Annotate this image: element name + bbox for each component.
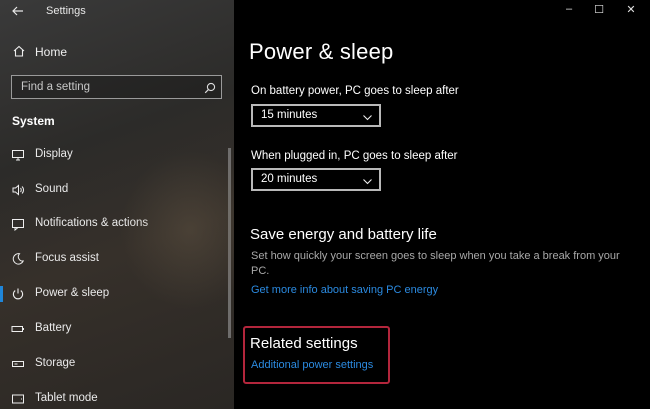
sidebar: Settings Home System Display Sound Notif…	[0, 0, 234, 409]
sidebar-item-label: Focus assist	[35, 252, 99, 264]
sidebar-item-label: Home	[35, 45, 68, 59]
main-content: – ☐ ✕ Power & sleep On battery power, PC…	[234, 0, 650, 409]
chevron-down-icon	[362, 110, 373, 121]
sidebar-scrollbar[interactable]	[228, 148, 231, 338]
sidebar-item-label: Battery	[35, 322, 72, 334]
sidebar-item-label: Power & sleep	[35, 287, 110, 299]
battery-sleep-dropdown[interactable]: 15 minutes	[251, 104, 381, 127]
related-settings-heading: Related settings	[250, 335, 358, 352]
search-input[interactable]	[12, 76, 202, 98]
power-icon	[11, 287, 25, 301]
sidebar-item-label: Tablet mode	[35, 392, 98, 404]
battery-sleep-label: On battery power, PC goes to sleep after	[251, 85, 459, 97]
dropdown-value: 20 minutes	[261, 173, 318, 185]
plugged-sleep-label: When plugged in, PC goes to sleep after	[251, 150, 458, 162]
additional-power-settings-link[interactable]: Additional power settings	[251, 359, 373, 371]
speaker-icon	[11, 183, 25, 197]
sidebar-item-home[interactable]: Home	[0, 40, 234, 64]
minimize-icon[interactable]: –	[557, 3, 581, 21]
search-icon[interactable]	[204, 81, 216, 94]
sidebar-item-storage[interactable]: Storage	[0, 350, 234, 378]
title-bar: Settings	[0, 0, 234, 24]
display-icon	[11, 148, 25, 162]
close-icon[interactable]: ✕	[619, 3, 643, 21]
sidebar-item-battery[interactable]: Battery	[0, 315, 234, 343]
window-title: Settings	[46, 5, 86, 17]
section-heading-system: System	[12, 114, 55, 128]
sidebar-item-power-sleep[interactable]: Power & sleep	[0, 280, 234, 308]
storage-icon	[11, 357, 25, 371]
sidebar-item-focus-assist[interactable]: Focus assist	[0, 245, 234, 273]
notifications-icon	[11, 217, 25, 232]
moon-icon	[11, 252, 25, 266]
battery-icon	[11, 322, 25, 336]
save-energy-description: Set how quickly your screen goes to slee…	[251, 250, 620, 277]
home-icon	[12, 44, 26, 58]
active-indicator	[0, 286, 3, 302]
back-arrow-icon[interactable]	[10, 3, 26, 19]
sidebar-item-notifications[interactable]: Notifications & actions	[0, 210, 234, 238]
sidebar-item-label: Notifications & actions	[35, 217, 149, 229]
search-box[interactable]	[11, 75, 222, 99]
sidebar-item-sound[interactable]: Sound	[0, 176, 234, 204]
dropdown-value: 15 minutes	[261, 109, 318, 121]
maximize-icon[interactable]: ☐	[587, 3, 611, 21]
chevron-down-icon	[362, 174, 373, 185]
save-energy-heading: Save energy and battery life	[250, 226, 437, 243]
sidebar-item-tablet-mode[interactable]: Tablet mode	[0, 385, 234, 409]
plugged-sleep-dropdown[interactable]: 20 minutes	[251, 168, 381, 191]
sidebar-item-label: Sound	[35, 183, 69, 195]
energy-info-link[interactable]: Get more info about saving PC energy	[251, 284, 438, 296]
sidebar-item-label: Display	[35, 148, 73, 160]
sidebar-item-display[interactable]: Display	[0, 141, 234, 169]
page-title: Power & sleep	[249, 39, 394, 64]
sidebar-item-label: Storage	[35, 357, 76, 369]
tablet-icon	[11, 392, 25, 406]
